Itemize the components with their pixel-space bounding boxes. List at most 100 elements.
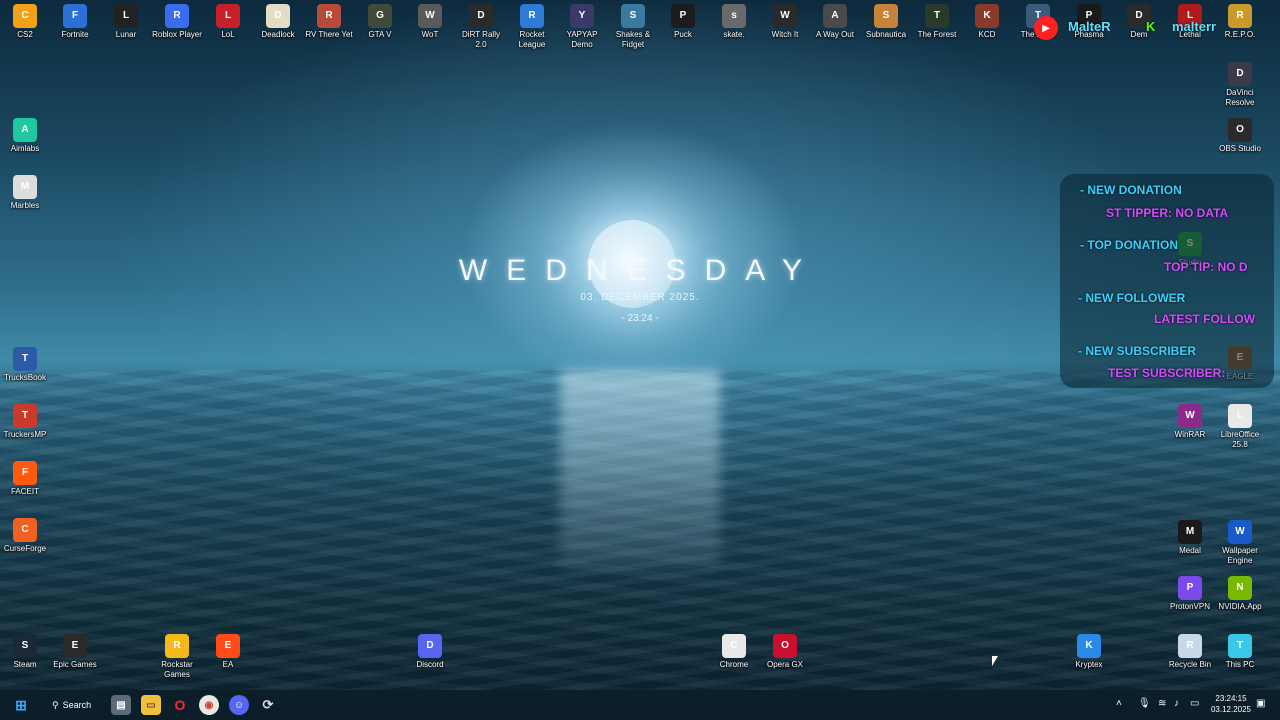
desktop-icon[interactable]: W WinRAR [1165, 404, 1215, 440]
desktop-icon-label: ProtonVPN [1169, 602, 1211, 611]
test-subscriber-text: TEST SUBSCRIBER: [1108, 366, 1226, 380]
forest-icon: T [925, 4, 949, 28]
curseforge-icon: C [13, 518, 37, 542]
desktop-icon[interactable]: D DiRT Rally 2.0 [456, 4, 506, 50]
desktop-icon[interactable]: S Steam [0, 634, 50, 670]
youtube-icon: ▶ [1034, 16, 1058, 40]
chevron-up-icon[interactable]: ˄ [1116, 698, 1122, 709]
wifi-icon[interactable]: ≋ [1158, 698, 1166, 709]
desktop-icon-label: Medal [1179, 546, 1201, 555]
desktop-icon[interactable]: R Recycle Bin [1165, 634, 1215, 670]
steam-icon: S [13, 634, 37, 658]
desktop-icon-label: The Forest [917, 30, 957, 39]
desktop-icon[interactable]: P ProtonVPN [1165, 576, 1215, 612]
desktop-icon[interactable]: E EA [203, 634, 253, 670]
desktop-icon[interactable]: E Epic Games [50, 634, 100, 670]
desktop-icon[interactable]: C Chrome [709, 634, 759, 670]
this-pc-icon: T [1228, 634, 1252, 658]
time-text: - 23:24 - [621, 313, 659, 324]
file-explorer-icon[interactable]: ▭ [141, 695, 161, 715]
mouse-cursor [992, 656, 998, 666]
kick-handle: malterr [1172, 19, 1217, 34]
desktop-icon[interactable]: W Wallpaper Engine [1215, 520, 1265, 566]
desktop-icon[interactable]: N NVIDIA.App [1215, 576, 1265, 612]
desktop-icon[interactable]: R RV There Yet [304, 4, 354, 40]
taskbar-search[interactable]: ⚲ Search [46, 695, 98, 715]
protonvpn-icon: P [1178, 576, 1202, 600]
aimlabs-icon: A [13, 118, 37, 142]
desktop-icon[interactable]: R Roblox Player [152, 4, 202, 40]
volume-icon[interactable]: ♪ [1174, 698, 1179, 709]
skate-icon: s [722, 4, 746, 28]
desktop-icon[interactable]: A Aimlabs [0, 118, 50, 154]
desktop-icon[interactable]: A A Way Out [810, 4, 860, 40]
desktop-icon[interactable]: L LibreOffice 25.8 [1215, 404, 1265, 450]
desktop-icon-label: TruckersMP [3, 430, 47, 439]
desktop-icon[interactable]: O OBS Studio [1215, 118, 1265, 154]
trucksbook-icon: T [13, 347, 37, 371]
desktop-icon[interactable]: K KCD [962, 4, 1012, 40]
desktop-icon[interactable]: C CurseForge [0, 518, 50, 554]
top-tip-text: TOP TIP: NO D [1164, 260, 1248, 274]
desktop-icon[interactable]: R R.E.P.O. [1215, 4, 1265, 40]
start-icon[interactable]: ⊞ [11, 695, 31, 715]
desktop-icon-label: Chrome [719, 660, 749, 669]
chrome-icon: C [722, 634, 746, 658]
kick-icon: K [1146, 19, 1156, 34]
discord-icon[interactable]: ☺ [229, 695, 249, 715]
opera-icon[interactable]: O [170, 695, 190, 715]
notification-bell-icon[interactable]: ▣ [1256, 698, 1265, 709]
desktop-icon[interactable]: W Witch It [760, 4, 810, 40]
desktop-icon-label: CS2 [17, 30, 33, 39]
desktop-icon[interactable]: T TruckersMP [0, 404, 50, 440]
new-donation-heading: - NEW DONATION [1080, 183, 1182, 197]
desktop-icon[interactable]: F FACEIT [0, 461, 50, 497]
desktop-icon[interactable]: T The Forest [912, 4, 962, 40]
desktop-icon[interactable]: K Kryptex [1064, 634, 1114, 670]
microphone-icon[interactable]: 🎙 [1138, 698, 1151, 709]
clock-date: 03.12.2025 [1210, 705, 1252, 714]
desktop-icon[interactable]: G GTA V [355, 4, 405, 40]
desktop-icon[interactable]: D Discord [405, 634, 455, 670]
desktop-icon-label: R.E.P.O. [1224, 30, 1256, 39]
discord-icon: D [418, 634, 442, 658]
lol-icon: L [216, 4, 240, 28]
desktop-icon[interactable]: L LoL [203, 4, 253, 40]
desktop-icon[interactable]: D Dem [1114, 4, 1164, 40]
desktop-icon-label: DiRT Rally 2.0 [462, 30, 500, 49]
desktop-icon[interactable]: C CS2 [0, 4, 50, 40]
desktop-icon-label: WoT [421, 30, 439, 39]
desktop-icon[interactable]: D DaVinci Resolve [1215, 62, 1265, 108]
desktop-icon[interactable]: s skate. [709, 4, 759, 40]
weekday-text: WEDNESDAY [458, 254, 822, 287]
desktop-icon-label: GTA V [368, 30, 392, 39]
desktop-icon[interactable]: D Deadlock [253, 4, 303, 40]
top-donation-heading: - TOP DONATION [1080, 238, 1179, 252]
desktop-icon[interactable]: M Medal [1165, 520, 1215, 556]
desktop-icon[interactable]: R Rockstar Games [152, 634, 202, 680]
wot-icon: W [418, 4, 442, 28]
desktop-icon[interactable]: M Marbles [0, 175, 50, 211]
desktop-icon[interactable]: F Fortnite [50, 4, 100, 40]
desktop-icon[interactable]: Y YAPYAP Demo [557, 4, 607, 50]
widgets-icon[interactable]: ▤ [111, 695, 131, 715]
desktop-icon[interactable]: L Lunar [101, 4, 151, 40]
desktop-icon[interactable]: R Rocket League [507, 4, 557, 50]
chrome-icon[interactable]: ◉ [199, 695, 219, 715]
desktop-icon[interactable]: P Puck [658, 4, 708, 40]
desktop-icon[interactable]: W WoT [405, 4, 455, 40]
app-icon[interactable]: ⟳ [258, 695, 278, 715]
tipper-text: ST TIPPER: NO DATA [1106, 206, 1229, 220]
desktop-icon[interactable]: O Opera GX [760, 634, 810, 670]
taskbar-clock[interactable]: 23:24:15 03.12.2025 [1200, 693, 1262, 715]
shakes-icon: S [621, 4, 645, 28]
desktop-icon[interactable]: S Shakes & Fidget [608, 4, 658, 50]
search-label: Search [62, 700, 92, 710]
recycle-bin-icon: R [1178, 634, 1202, 658]
desktop-icon[interactable]: T TrucksBook [0, 347, 50, 383]
desktop-icon[interactable]: T This PC [1215, 634, 1265, 670]
desktop-icon[interactable]: S Subnautica [861, 4, 911, 40]
clock-time: 23:24:15 [1215, 694, 1247, 703]
desktop-icon-label: Steam [13, 660, 37, 669]
battery-icon[interactable]: ▭ [1190, 698, 1199, 709]
